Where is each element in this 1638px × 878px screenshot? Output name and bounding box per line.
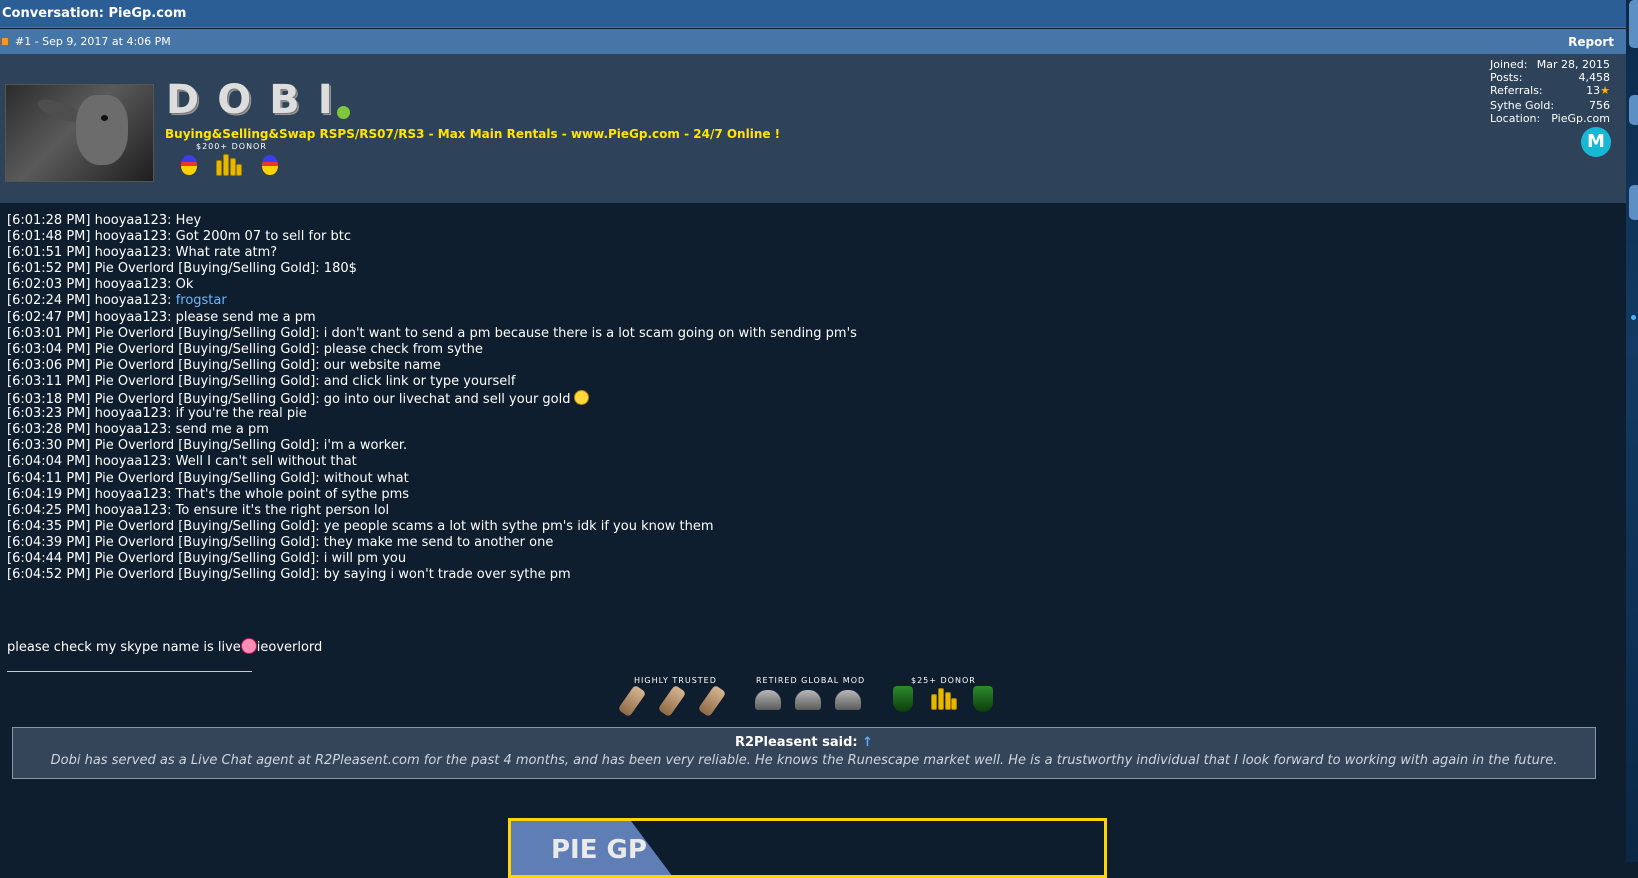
avatar[interactable] xyxy=(5,84,154,182)
star-icon: ★ xyxy=(1600,84,1610,97)
chat-line: [6:04:04 PM] hooyaa123: Well I can't sel… xyxy=(7,454,357,470)
chat-line: [6:01:48 PM] hooyaa123: Got 200m 07 to s… xyxy=(7,229,352,245)
retired-mod-caption: RETIRED GLOBAL MOD xyxy=(756,676,866,685)
edge-tab[interactable] xyxy=(1629,95,1638,125)
chat-line: [6:02:47 PM] hooyaa123: please send me a… xyxy=(7,309,316,325)
scroll-icon xyxy=(697,684,727,718)
scroll-icon xyxy=(657,684,687,718)
chat-line: [6:03:28 PM] hooyaa123: send me a pm xyxy=(7,422,269,438)
right-edge-strip xyxy=(1626,0,1638,862)
page-title: Conversation: PieGp.com xyxy=(2,6,187,21)
quote-header: R2Pleasent said: ↑ xyxy=(734,735,874,750)
online-status-icon xyxy=(337,106,350,119)
highly-trusted-caption: HIGHLY TRUSTED xyxy=(634,676,717,685)
chat-line: [6:03:30 PM] Pie Overlord [Buying/Sellin… xyxy=(7,438,408,454)
edge-tab[interactable] xyxy=(1629,185,1638,220)
post-header-bar: #1 - Sep 9, 2017 at 4:06 PM Report xyxy=(0,29,1626,54)
tongue-emoji-icon xyxy=(240,638,257,654)
helmet-icon xyxy=(795,690,821,710)
chat-line: [6:01:51 PM] hooyaa123: What rate atm? xyxy=(7,245,278,261)
post-number-date[interactable]: #1 - Sep 9, 2017 at 4:06 PM xyxy=(15,35,171,48)
user-title: Buying&Selling&Swap RSPS/RS07/RS3 - Max … xyxy=(165,127,781,141)
edge-indicator-icon xyxy=(1631,315,1636,320)
chat-line: [6:03:11 PM] Pie Overlord [Buying/Sellin… xyxy=(7,373,516,389)
chat-line: [6:04:44 PM] Pie Overlord [Buying/Sellin… xyxy=(7,550,407,566)
chat-line: [6:04:25 PM] hooyaa123: To ensure it's t… xyxy=(7,502,390,518)
scroll-icon xyxy=(617,684,647,718)
avatar-eye-shape xyxy=(101,115,108,121)
chat-line: [6:03:06 PM] Pie Overlord [Buying/Sellin… xyxy=(7,357,441,373)
chat-line: [6:04:39 PM] Pie Overlord [Buying/Sellin… xyxy=(7,534,554,550)
chat-line: [6:02:24 PM] hooyaa123: frogstar xyxy=(7,293,227,309)
helmet-icon xyxy=(755,690,781,710)
chat-line: [6:03:04 PM] Pie Overlord [Buying/Sellin… xyxy=(7,341,483,357)
chat-line: [6:03:23 PM] hooyaa123: if you're the re… xyxy=(7,406,307,422)
smiley-icon xyxy=(573,390,589,406)
stat-posts: Posts: 4,458 xyxy=(1490,71,1610,84)
chat-line: [6:04:52 PM] Pie Overlord [Buying/Sellin… xyxy=(7,567,571,583)
post-icon xyxy=(1,37,9,46)
green-mask-icon xyxy=(893,686,913,712)
chat-link[interactable]: frogstar xyxy=(176,293,227,308)
member-badge[interactable]: M xyxy=(1581,127,1611,157)
gold-coins-icon xyxy=(929,684,957,712)
chat-line: [6:01:52 PM] Pie Overlord [Buying/Sellin… xyxy=(7,261,357,277)
user-info-bar: DOBI Buying&Selling&Swap RSPS/RS07/RS3 -… xyxy=(0,54,1626,203)
stat-joined: Joined: Mar 28, 2015 xyxy=(1490,58,1610,71)
chat-line: [6:03:01 PM] Pie Overlord [Buying/Sellin… xyxy=(7,325,857,341)
chat-line: [6:04:35 PM] Pie Overlord [Buying/Sellin… xyxy=(7,518,714,534)
banner-text: PIE GP xyxy=(551,835,647,865)
egg-badge-icon xyxy=(262,155,278,175)
stat-referrals: Referrals: 13★ xyxy=(1490,84,1610,97)
chat-log: [6:01:28 PM] hooyaa123: Hey [6:01:48 PM] … xyxy=(7,213,857,583)
chat-line: [6:01:28 PM] hooyaa123: Hey xyxy=(7,213,202,228)
egg-badge-icon xyxy=(181,155,197,175)
avatar-face-shape xyxy=(76,95,128,165)
username[interactable]: DOBI xyxy=(166,77,351,123)
chat-line: [6:02:03 PM] hooyaa123: Ok xyxy=(7,277,194,293)
signature-divider xyxy=(7,671,252,672)
stat-location: Location: PieGp.com xyxy=(1490,112,1610,125)
stat-gold: Sythe Gold: 756 xyxy=(1490,99,1610,112)
gold-coins-icon xyxy=(214,150,242,178)
report-link[interactable]: Report xyxy=(1568,35,1614,49)
quote-jump-arrow-icon[interactable]: ↑ xyxy=(862,735,873,750)
chat-line: [6:03:18 PM] Pie Overlord [Buying/Sellin… xyxy=(7,390,857,407)
chat-line: [6:04:11 PM] Pie Overlord [Buying/Sellin… xyxy=(7,470,409,486)
user-stats: Joined: Mar 28, 2015 Posts: 4,458 Referral… xyxy=(1490,58,1610,125)
green-mask-icon xyxy=(973,686,993,712)
chat-line: [6:04:19 PM] hooyaa123: That's the whole… xyxy=(7,486,410,502)
edge-tab[interactable] xyxy=(1629,0,1638,48)
quote-body: Dobi has served as a Live Chat agent at … xyxy=(50,753,1558,768)
signature-text: please check my skype name is live ieover… xyxy=(7,638,323,655)
piegp-banner[interactable]: PIE GP xyxy=(508,818,1107,878)
helmet-icon xyxy=(835,690,861,710)
quote-box: R2Pleasent said: ↑ Dobi has served as a … xyxy=(12,727,1596,779)
title-bar: Conversation: PieGp.com xyxy=(0,0,1626,28)
